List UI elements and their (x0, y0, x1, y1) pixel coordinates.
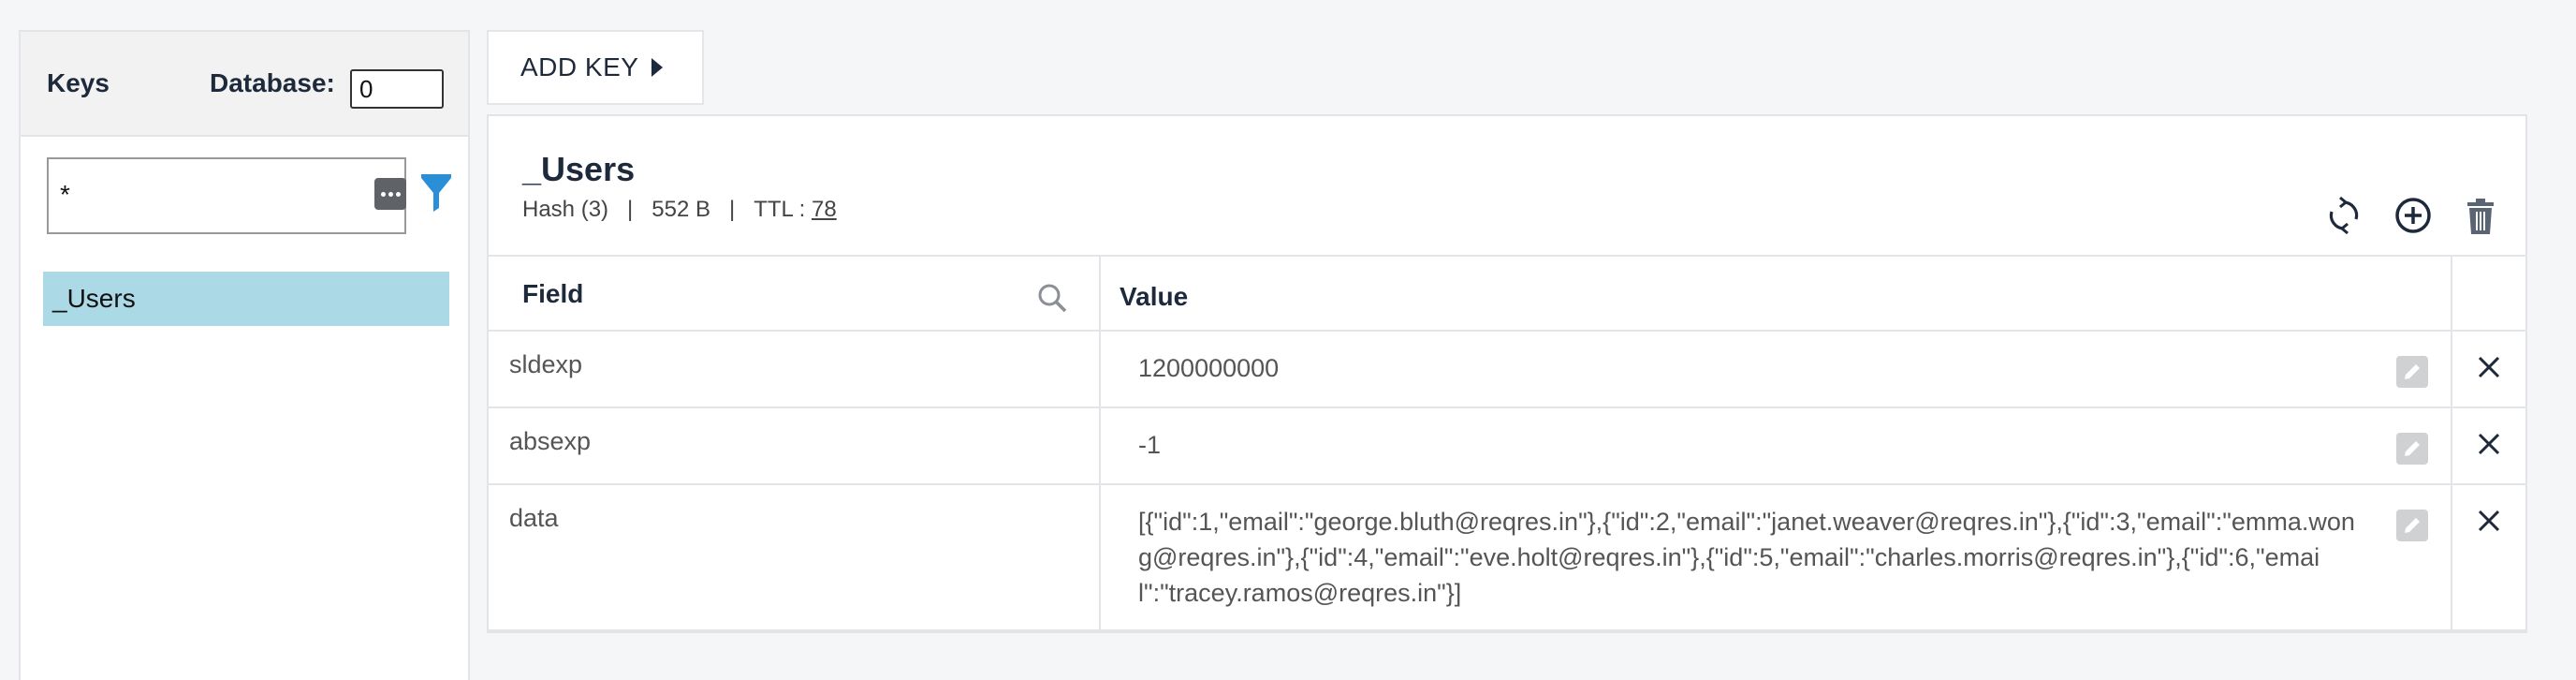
value-text: 1200000000 (1138, 354, 1280, 382)
database-input[interactable] (350, 69, 444, 109)
delete-cell (2452, 485, 2525, 629)
actions-column-header (2452, 257, 2525, 330)
funnel-icon[interactable] (419, 174, 453, 214)
field-cell: data (489, 485, 1101, 629)
ttl-value[interactable]: 78 (812, 197, 837, 223)
more-icon[interactable] (374, 178, 406, 210)
close-icon[interactable] (2476, 431, 2502, 457)
value-cell: 1200000000 (1101, 332, 2452, 407)
caret-right-icon (651, 58, 664, 77)
hash-table: Field Value sldexp 1200000000 absexp -1 … (489, 255, 2525, 631)
field-header-label: Field (522, 279, 584, 308)
key-name: _Users (522, 150, 636, 188)
keys-title: Keys (47, 68, 110, 97)
add-key-button[interactable]: ADD KEY (487, 30, 704, 105)
key-type: Hash (3) (522, 197, 609, 222)
value-column-header: Value (1101, 257, 2452, 330)
value-cell: -1 (1101, 408, 2452, 483)
field-column-header: Field (489, 257, 1101, 330)
field-cell: absexp (489, 408, 1101, 483)
table-row: sldexp 1200000000 (489, 332, 2525, 408)
keys-sidebar: Keys Database: _Users (19, 30, 470, 680)
key-filter-input[interactable] (60, 176, 341, 214)
table-header-row: Field Value (489, 257, 2525, 332)
add-circle-icon[interactable] (2393, 195, 2434, 236)
field-cell: sldexp (489, 332, 1101, 407)
value-text: [{"id":1,"email":"george.bluth@reqres.in… (1138, 508, 2355, 607)
pencil-icon[interactable] (2396, 510, 2428, 541)
ttl-label: TTL : (754, 197, 806, 222)
close-icon[interactable] (2476, 354, 2502, 380)
key-filter-box[interactable] (47, 157, 406, 234)
key-detail-panel: _Users Hash (3) | 552 B | TTL : 78 Field (487, 114, 2527, 633)
value-header-label: Value (1120, 282, 1189, 311)
pencil-icon[interactable] (2396, 356, 2428, 388)
add-key-label: ADD KEY (520, 52, 639, 81)
value-cell: [{"id":1,"email":"george.bluth@reqres.in… (1101, 485, 2452, 629)
delete-cell (2452, 408, 2525, 483)
pencil-icon[interactable] (2396, 433, 2428, 465)
key-list-item[interactable]: _Users (43, 272, 449, 326)
search-icon[interactable] (1035, 281, 1069, 315)
value-text: -1 (1138, 431, 1162, 459)
refresh-icon[interactable] (2323, 195, 2364, 236)
meta-separator: | (627, 197, 634, 222)
trash-icon[interactable] (2460, 195, 2501, 236)
table-row: absexp -1 (489, 408, 2525, 485)
close-icon[interactable] (2476, 508, 2502, 534)
key-size: 552 B (651, 197, 710, 222)
database-label: Database: (210, 68, 335, 97)
meta-separator: | (728, 197, 736, 222)
table-row: data [{"id":1,"email":"george.bluth@reqr… (489, 485, 2525, 631)
delete-cell (2452, 332, 2525, 407)
key-meta: Hash (3) | 552 B | TTL : 78 (522, 197, 837, 223)
sidebar-header: Keys Database: (21, 32, 468, 137)
